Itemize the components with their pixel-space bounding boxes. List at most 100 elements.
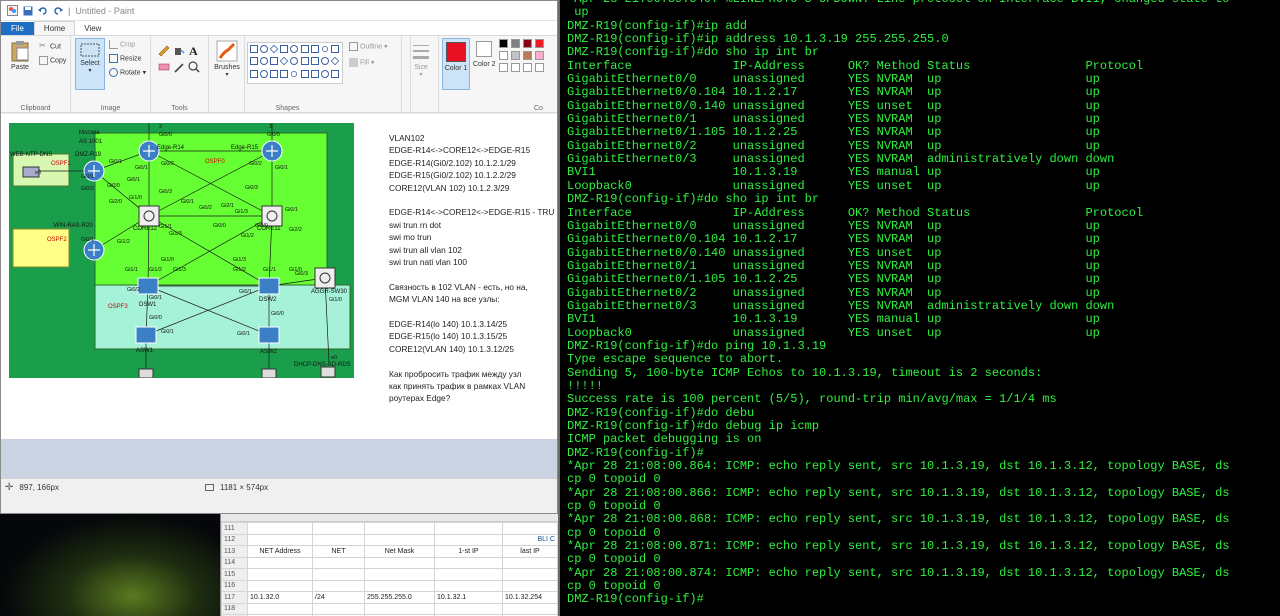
shape-option[interactable] xyxy=(270,57,279,66)
excel-cell[interactable] xyxy=(364,533,435,546)
shape-option[interactable] xyxy=(310,69,319,78)
shape-option[interactable] xyxy=(320,44,330,54)
shape-option[interactable] xyxy=(280,45,289,53)
tab-home[interactable]: Home xyxy=(33,21,76,35)
excel-cell[interactable] xyxy=(434,602,503,615)
excel-cell[interactable] xyxy=(312,579,365,592)
excel-cell[interactable] xyxy=(502,522,558,535)
excel-cell[interactable] xyxy=(312,568,365,581)
excel-cell[interactable]: 10.1.32.1 xyxy=(434,591,503,604)
palette-swatch[interactable] xyxy=(499,51,508,60)
shape-option[interactable] xyxy=(270,69,279,78)
excel-cell[interactable]: 1-st IP xyxy=(434,545,503,558)
excel-cell[interactable] xyxy=(247,568,313,581)
excel-cell[interactable] xyxy=(312,602,365,615)
shape-option[interactable] xyxy=(269,44,279,54)
excel-cell[interactable] xyxy=(247,522,313,535)
shape-option[interactable] xyxy=(290,69,299,78)
excel-cell[interactable]: BLI C xyxy=(502,533,558,546)
outline-button[interactable]: Outline ▾ xyxy=(349,42,388,51)
excel-cell[interactable] xyxy=(247,556,313,569)
shape-option[interactable] xyxy=(330,45,339,53)
excel-cell[interactable] xyxy=(312,556,365,569)
palette-swatch[interactable] xyxy=(511,39,520,48)
tab-file[interactable]: File xyxy=(1,22,34,35)
shape-option[interactable] xyxy=(280,69,289,78)
excel-cell[interactable]: last IP xyxy=(502,545,558,558)
shape-option[interactable] xyxy=(320,69,329,78)
excel-cell[interactable] xyxy=(247,602,313,615)
excel-cell[interactable] xyxy=(434,522,503,535)
excel-cell[interactable] xyxy=(434,556,503,569)
shape-option[interactable] xyxy=(320,57,329,66)
color2-button[interactable]: Color 2 xyxy=(473,41,496,69)
palette-swatch[interactable] xyxy=(511,63,520,72)
excel-cell[interactable]: 10.1.32.254 xyxy=(502,591,558,604)
shape-option[interactable] xyxy=(300,69,309,78)
palette-swatch[interactable] xyxy=(523,51,532,60)
excel-cell[interactable]: 10.1.32.0 xyxy=(247,591,313,604)
excel-cell[interactable] xyxy=(434,568,503,581)
drawing-canvas[interactable]: Москва AS 1001 DMZ-R19 WEB-NTP-DNS Edge-… xyxy=(1,114,557,439)
shape-option[interactable] xyxy=(250,45,258,53)
excel-cell[interactable] xyxy=(434,579,503,592)
shape-option[interactable] xyxy=(250,57,258,66)
shape-option[interactable] xyxy=(290,57,299,66)
excel-cell[interactable] xyxy=(312,533,365,546)
excel-cell[interactable] xyxy=(364,568,435,581)
resize-button[interactable]: Resize xyxy=(109,54,141,63)
excel-cell[interactable] xyxy=(502,568,558,581)
shape-option[interactable] xyxy=(280,57,289,66)
shape-option[interactable] xyxy=(250,69,258,78)
crop-button[interactable]: Crop xyxy=(109,40,135,49)
brushes-button[interactable]: Brushes ▾ xyxy=(212,40,242,78)
rotate-button[interactable]: Rotate ▾ xyxy=(109,68,146,77)
palette-swatch[interactable] xyxy=(499,39,508,48)
shape-option[interactable] xyxy=(300,57,309,66)
excel-cell[interactable] xyxy=(502,579,558,592)
copy-button[interactable]: Copy xyxy=(39,56,66,65)
shape-option[interactable] xyxy=(260,57,269,66)
palette-swatch[interactable] xyxy=(523,39,532,48)
excel-cell[interactable] xyxy=(247,533,313,546)
excel-cell[interactable] xyxy=(247,579,313,592)
palette-swatch[interactable] xyxy=(535,63,544,72)
fill-button[interactable]: Fill ▾ xyxy=(349,58,374,67)
shape-option[interactable] xyxy=(260,45,269,53)
excel-cell[interactable] xyxy=(502,556,558,569)
shape-option[interactable] xyxy=(330,57,340,66)
redo-icon[interactable] xyxy=(53,6,63,16)
palette-swatch[interactable] xyxy=(499,63,508,72)
shapes-gallery[interactable] xyxy=(247,42,343,84)
shape-option[interactable] xyxy=(310,45,319,53)
shape-option[interactable] xyxy=(300,45,309,53)
save-icon[interactable] xyxy=(23,6,33,16)
excel-cell[interactable]: NET Address xyxy=(247,545,313,558)
excel-cell[interactable] xyxy=(364,556,435,569)
palette-swatch[interactable] xyxy=(511,51,520,60)
palette-swatch[interactable] xyxy=(535,39,544,48)
excel-cell[interactable]: 255.255.255.0 xyxy=(364,591,435,604)
excel-cell[interactable] xyxy=(364,522,435,535)
undo-icon[interactable] xyxy=(38,6,48,16)
shape-option[interactable] xyxy=(290,45,299,53)
color1-button[interactable]: Color 1 xyxy=(442,38,470,90)
size-button[interactable]: Size ▾ xyxy=(408,42,434,78)
excel-cell[interactable] xyxy=(502,602,558,615)
shape-option[interactable] xyxy=(260,69,269,78)
terminal-output[interactable]: *Apr 28 21:06:39.540: %LINEPROTO-5-UPDOW… xyxy=(567,0,1230,607)
shape-option[interactable] xyxy=(310,57,319,66)
excel-cell[interactable]: /24 xyxy=(312,591,365,604)
excel-cell[interactable]: NET xyxy=(312,545,365,558)
excel-cell[interactable]: Net Mask xyxy=(364,545,435,558)
shape-option[interactable] xyxy=(330,69,339,78)
excel-cell[interactable] xyxy=(312,522,365,535)
excel-cell[interactable] xyxy=(364,602,435,615)
paste-button[interactable]: Paste xyxy=(7,40,33,71)
cut-button[interactable]: ✂ Cut xyxy=(39,42,61,51)
tab-view[interactable]: View xyxy=(75,22,110,35)
excel-cell[interactable] xyxy=(364,579,435,592)
palette-swatch[interactable] xyxy=(523,63,532,72)
terminal-window[interactable]: *Apr 28 21:06:39.540: %LINEPROTO-5-UPDOW… xyxy=(560,0,1280,616)
palette-swatch[interactable] xyxy=(535,51,544,60)
